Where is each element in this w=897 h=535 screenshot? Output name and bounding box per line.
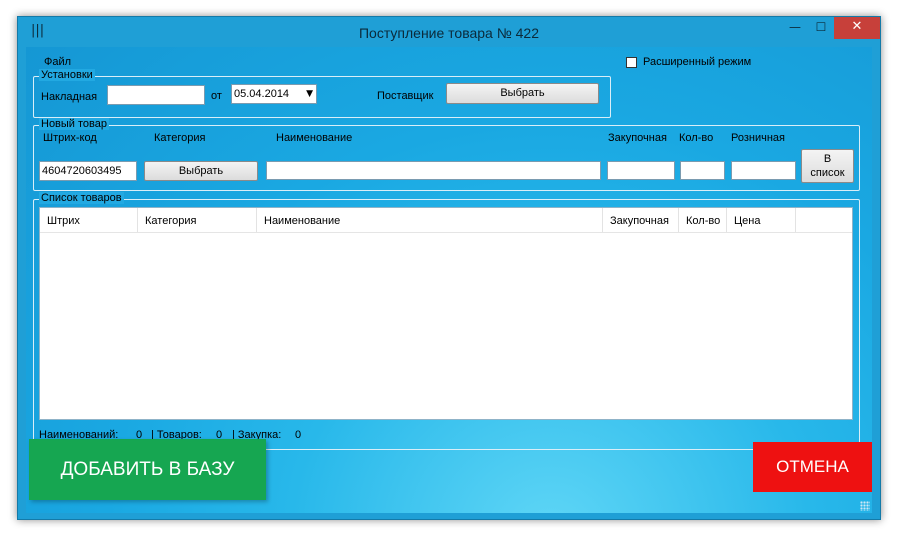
quantity-input[interactable] xyxy=(680,161,725,180)
column-header-category[interactable]: Категория xyxy=(138,208,257,232)
table-header: Штрих Категория Наименование Закупочная … xyxy=(40,208,852,233)
select-category-button[interactable]: Выбрать xyxy=(144,161,258,181)
retail-price-input[interactable] xyxy=(731,161,796,180)
goods-list-group-title: Список товаров xyxy=(39,192,124,204)
barcode-label: Штрих-код xyxy=(43,132,97,144)
title-bar[interactable]: ||| Поступление товара № 422 — ☐ ✕ xyxy=(18,17,880,47)
name-input[interactable] xyxy=(266,161,601,180)
new-item-group-title: Новый товар xyxy=(39,118,109,130)
date-value: 05.04.2014 xyxy=(234,88,290,100)
category-label: Категория xyxy=(154,132,206,144)
column-header-quantity[interactable]: Кол-во xyxy=(679,208,727,232)
column-header-price[interactable]: Цена xyxy=(727,208,796,232)
window-title: Поступление товара № 422 xyxy=(358,25,540,41)
invoice-input[interactable] xyxy=(107,85,205,105)
advanced-mode-checkbox[interactable] xyxy=(626,57,637,68)
purchase-price-label: Закупочная xyxy=(608,132,667,144)
column-header-purchase[interactable]: Закупочная xyxy=(603,208,679,232)
minimize-button[interactable]: — xyxy=(782,17,808,39)
column-header-barcode[interactable]: Штрих xyxy=(40,208,138,232)
goods-list-table[interactable]: Штрих Категория Наименование Закупочная … xyxy=(39,207,853,420)
client-area: Файл Расширенный режим Установки Накладн… xyxy=(26,47,872,513)
add-to-list-line2: список xyxy=(810,167,845,179)
select-supplier-button[interactable]: Выбрать xyxy=(446,83,599,104)
date-picker[interactable]: 05.04.2014 ▼ xyxy=(231,84,317,104)
close-button[interactable]: ✕ xyxy=(834,17,880,39)
barcode-input[interactable]: 4604720603495 xyxy=(39,161,137,181)
advanced-mode-label[interactable]: Расширенный режим xyxy=(643,56,751,68)
app-window: ||| Поступление товара № 422 — ☐ ✕ Файл … xyxy=(17,16,881,520)
maximize-button[interactable]: ☐ xyxy=(808,17,834,39)
resize-grip[interactable] xyxy=(860,501,870,511)
add-to-database-button[interactable]: ДОБАВИТЬ В БАЗУ xyxy=(29,439,266,500)
chevron-down-icon[interactable]: ▼ xyxy=(306,85,313,103)
retail-price-label: Розничная xyxy=(731,132,785,144)
quantity-label: Кол-во xyxy=(679,132,714,144)
date-prefix-label: от xyxy=(211,90,222,102)
purchase-total-value: 0 xyxy=(295,429,302,441)
settings-group-title: Установки xyxy=(39,69,95,81)
invoice-label: Накладная xyxy=(41,91,98,103)
add-to-list-button[interactable]: В список xyxy=(801,149,854,183)
menu-file[interactable]: Файл xyxy=(44,56,71,68)
supplier-label: Поставщик xyxy=(377,90,434,102)
cancel-button[interactable]: ОТМЕНА xyxy=(753,442,872,492)
add-to-list-line1: В xyxy=(823,153,832,165)
name-label: Наименование xyxy=(276,132,353,144)
purchase-price-input[interactable] xyxy=(607,161,675,180)
column-header-name[interactable]: Наименование xyxy=(257,208,603,232)
